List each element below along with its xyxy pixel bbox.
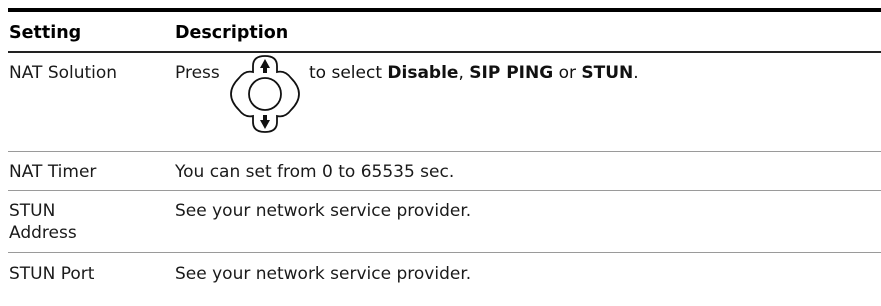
separator-or: or xyxy=(553,63,582,83)
separator-comma: , xyxy=(458,63,470,83)
header-rule xyxy=(8,51,881,53)
nat-solution-description: to select Disable, SIP PING or STUN. xyxy=(309,62,639,84)
stun-address-line2: Address xyxy=(9,223,77,243)
navigation-pad-up-down-icon xyxy=(230,55,300,133)
stun-address-description: See your network service provider. xyxy=(175,201,472,221)
row-rule xyxy=(8,190,881,191)
table-header-row: Setting Description xyxy=(8,22,881,46)
row-rule xyxy=(8,252,881,253)
option-stun: STUN xyxy=(581,63,634,83)
row-rule xyxy=(8,151,881,152)
stun-address-line1: STUN xyxy=(9,201,56,221)
header-description: Description xyxy=(175,23,289,43)
setting-stun-address: STUN Address xyxy=(9,200,169,244)
stun-port-description: See your network service provider. xyxy=(175,264,472,284)
setting-nat-solution: NAT Solution xyxy=(9,63,118,83)
press-word: Press xyxy=(175,63,220,83)
setting-nat-timer: NAT Timer xyxy=(9,162,97,182)
option-sip-ping: SIP PING xyxy=(469,63,554,83)
option-disable: Disable xyxy=(387,63,459,83)
select-phrase: to select xyxy=(309,63,388,83)
table-row: STUN Address See your network service pr… xyxy=(8,200,881,246)
nat-timer-description: You can set from 0 to 65535 sec. xyxy=(175,162,455,182)
setting-stun-port: STUN Port xyxy=(9,264,95,284)
table-row: STUN Port See your network service provi… xyxy=(8,263,881,287)
table-top-rule xyxy=(8,8,881,12)
sentence-end: . xyxy=(633,63,639,83)
header-setting: Setting xyxy=(9,23,82,43)
table-row: NAT Timer You can set from 0 to 65535 se… xyxy=(8,161,881,185)
